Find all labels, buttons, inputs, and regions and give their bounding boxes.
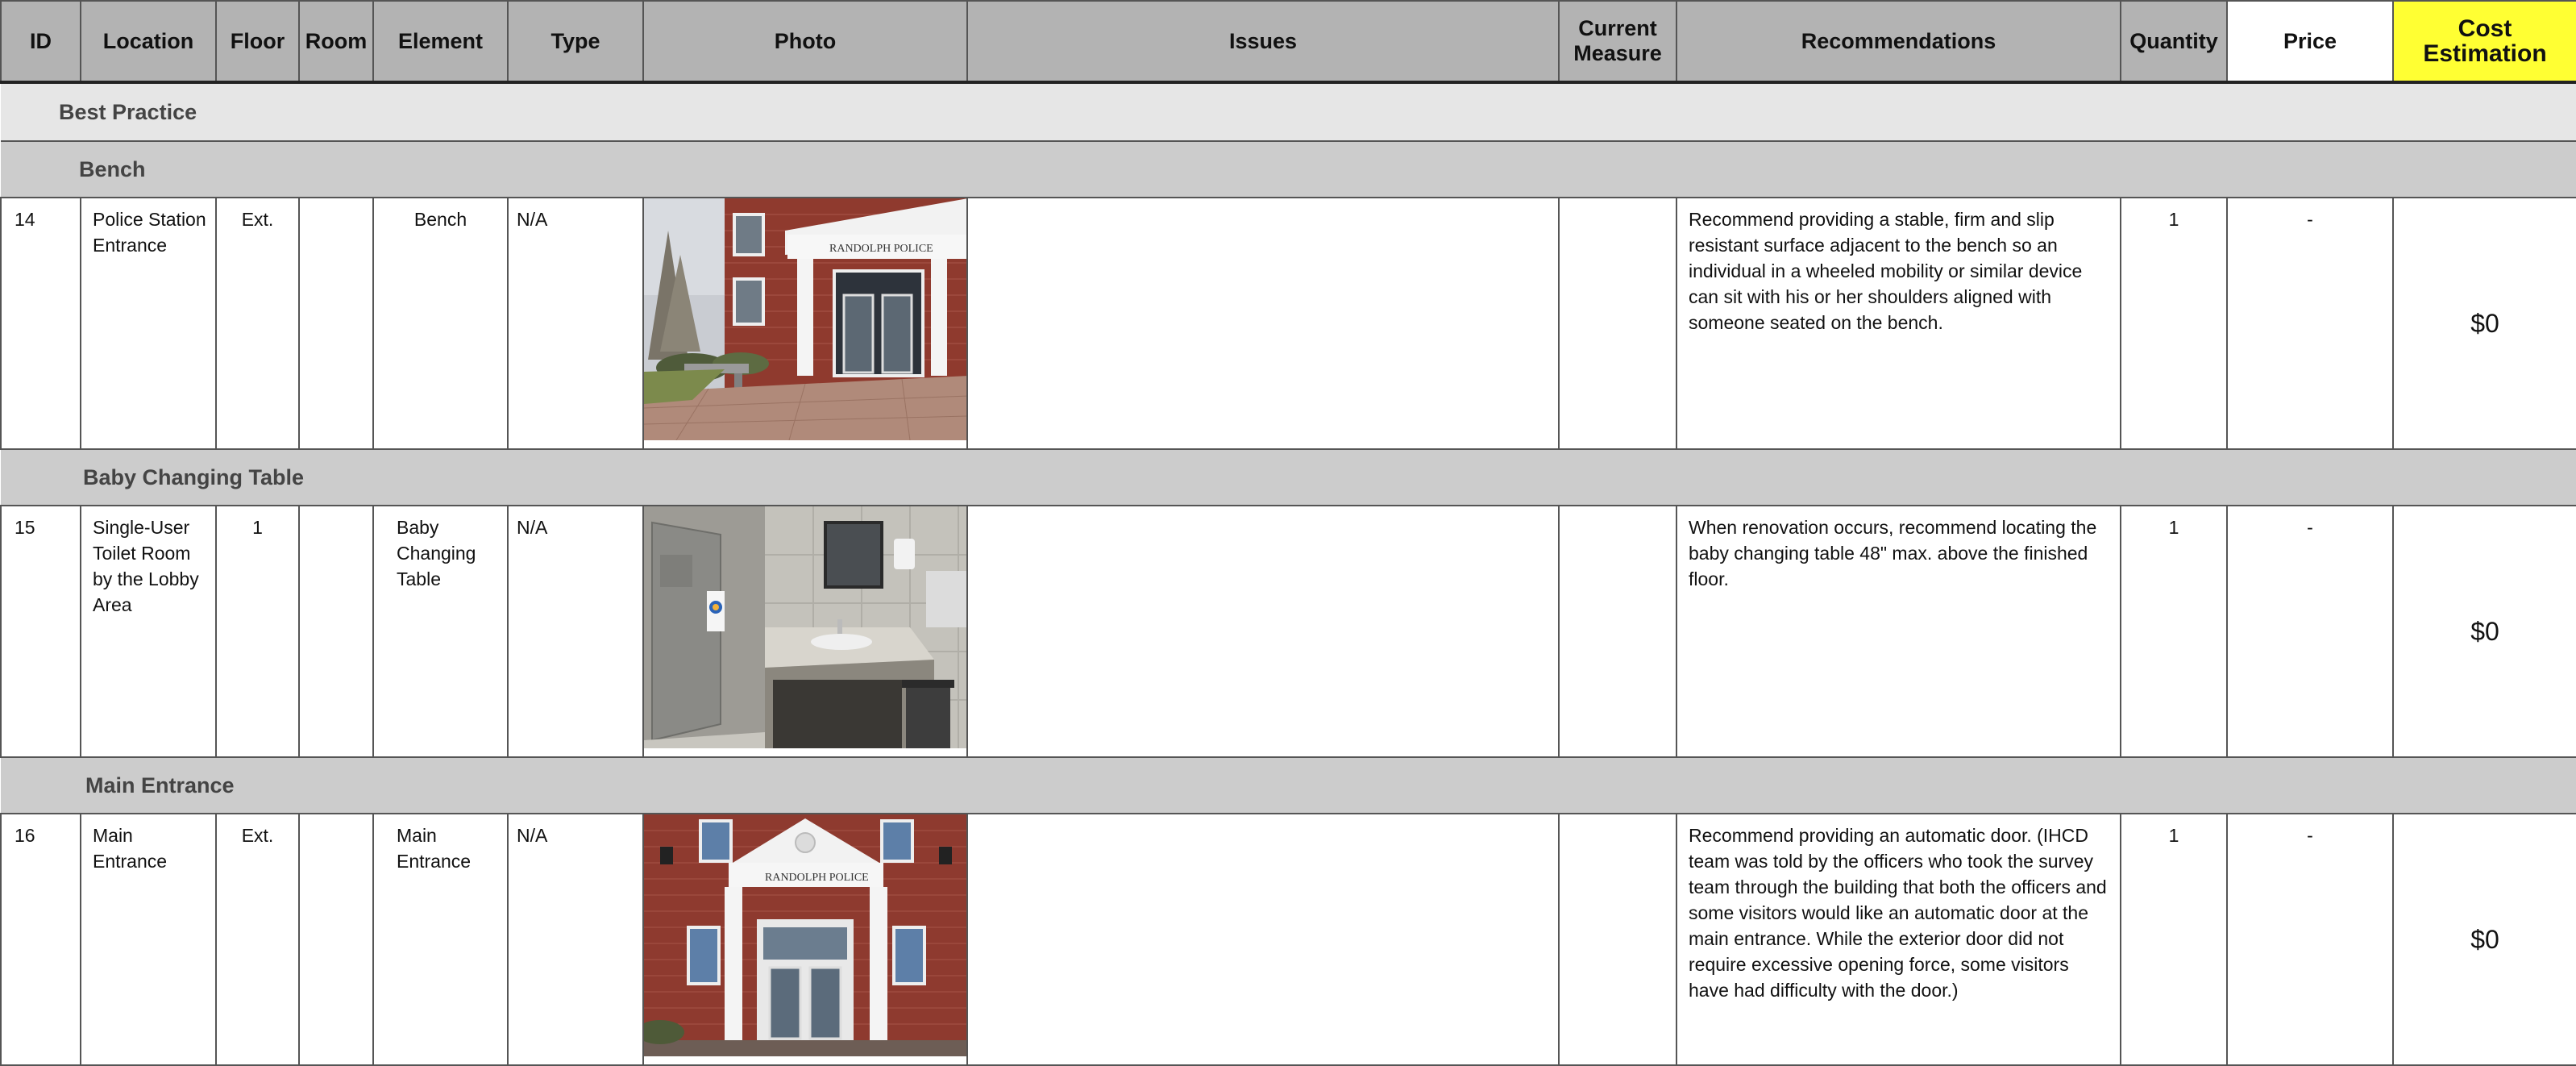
cell-current-measure[interactable] — [1558, 813, 1677, 1066]
cell-photo[interactable]: RANDOLPH POLICE — [642, 197, 968, 450]
location-line: Single-User — [93, 517, 190, 538]
cell-recommendation[interactable]: Recommend providing an automatic door. (… — [1676, 813, 2121, 1066]
element-line: Main — [397, 825, 437, 846]
cell-current-measure[interactable] — [1558, 505, 1677, 758]
cell-room[interactable] — [298, 505, 374, 758]
col-header-cost-line1: Cost — [2458, 15, 2512, 42]
accessibility-report-table: ID Location Floor Room Element Type Phot… — [0, 0, 2576, 1066]
cell-cost-estimation[interactable]: $0 — [2392, 197, 2576, 450]
photo-police-station-bench: RANDOLPH POLICE — [645, 199, 966, 440]
section-label: Baby Changing Table — [1, 448, 2576, 506]
cell-id[interactable]: 16 — [0, 813, 81, 1066]
cell-floor[interactable]: 1 — [215, 505, 300, 758]
cell-cost-estimation[interactable]: $0 — [2392, 813, 2576, 1066]
section-row-main-entrance[interactable]: Main Entrance — [1, 756, 2576, 814]
cell-quantity[interactable]: 1 — [2120, 505, 2228, 758]
cell-photo[interactable] — [642, 505, 968, 758]
location-line: Entrance — [93, 851, 168, 872]
col-header-price[interactable]: Price — [2226, 0, 2394, 84]
cell-room[interactable] — [298, 813, 374, 1066]
cell-location[interactable]: Main Entrance — [80, 813, 217, 1066]
group-row-best-practice[interactable]: Best Practice — [1, 81, 2576, 142]
element-line: Table — [397, 568, 441, 589]
cell-quantity[interactable]: 1 — [2120, 197, 2228, 450]
table-row[interactable]: 15 Single-User Toilet Room by the Lobby … — [0, 505, 2576, 758]
col-header-recommendations[interactable]: Recommendations — [1676, 0, 2121, 84]
section-row-baby-changing-table[interactable]: Baby Changing Table — [1, 448, 2576, 506]
element-line: Changing — [397, 543, 476, 564]
cell-type[interactable]: N/A — [507, 197, 644, 450]
element-line: Baby — [397, 517, 439, 538]
col-header-photo[interactable]: Photo — [642, 0, 968, 84]
photo-main-entrance: RANDOLPH POLICE — [645, 815, 966, 1056]
location-line: by the Lobby — [93, 568, 199, 589]
col-header-room[interactable]: Room — [298, 0, 374, 84]
element-line: Entrance — [397, 851, 472, 872]
photo-sign-text: RANDOLPH POLICE — [829, 243, 933, 255]
col-header-current-measure-line1: Current — [1578, 16, 1657, 40]
group-label: Best Practice — [1, 81, 2576, 142]
cell-type[interactable]: N/A — [507, 505, 644, 758]
cell-current-measure[interactable] — [1558, 197, 1677, 450]
col-header-type[interactable]: Type — [507, 0, 644, 84]
element-line: Bench — [413, 209, 467, 230]
photo-sign-text: RANDOLPH POLICE — [765, 872, 869, 884]
cell-price[interactable]: - — [2226, 813, 2394, 1066]
col-header-quantity[interactable]: Quantity — [2120, 0, 2228, 84]
cell-quantity[interactable]: 1 — [2120, 813, 2228, 1066]
location-line: Entrance — [93, 235, 168, 256]
col-header-floor[interactable]: Floor — [215, 0, 300, 84]
photo-restroom-changing-table — [645, 507, 966, 748]
cell-floor[interactable]: Ext. — [215, 197, 300, 450]
cell-cost-estimation[interactable]: $0 — [2392, 505, 2576, 758]
cell-issues[interactable] — [966, 505, 1560, 758]
table-row[interactable]: 16 Main Entrance Ext. Main Entrance N/A — [0, 813, 2576, 1066]
cell-element[interactable]: Bench — [372, 197, 509, 450]
cell-price[interactable]: - — [2226, 197, 2394, 450]
cell-issues[interactable] — [966, 813, 1560, 1066]
cell-room[interactable] — [298, 197, 374, 450]
cell-id[interactable]: 15 — [0, 505, 81, 758]
section-label: Bench — [1, 140, 2576, 198]
col-header-cost-line2: Estimation — [2423, 40, 2547, 67]
cell-location[interactable]: Police Station Entrance — [80, 197, 217, 450]
col-header-id[interactable]: ID — [0, 0, 81, 84]
col-header-element[interactable]: Element — [372, 0, 509, 84]
cell-photo[interactable]: RANDOLPH POLICE — [642, 813, 968, 1066]
col-header-current-measure[interactable]: Current Measure — [1558, 0, 1677, 84]
cell-recommendation[interactable]: When renovation occurs, recommend locati… — [1676, 505, 2121, 758]
location-line: Toilet Room — [93, 543, 191, 564]
location-line: Police Station — [93, 209, 206, 230]
cell-element[interactable]: Baby Changing Table — [372, 505, 509, 758]
table-row[interactable]: 14 Police Station Entrance Ext. Bench N/… — [0, 197, 2576, 450]
cell-floor[interactable]: Ext. — [215, 813, 300, 1066]
cell-id[interactable]: 14 — [0, 197, 81, 450]
cell-price[interactable]: - — [2226, 505, 2394, 758]
cell-recommendation[interactable]: Recommend providing a stable, firm and s… — [1676, 197, 2121, 450]
cell-location[interactable]: Single-User Toilet Room by the Lobby Are… — [80, 505, 217, 758]
cell-element[interactable]: Main Entrance — [372, 813, 509, 1066]
header-row: ID Location Floor Room Element Type Phot… — [0, 0, 2576, 84]
cell-issues[interactable] — [966, 197, 1560, 450]
col-header-issues[interactable]: Issues — [966, 0, 1560, 84]
col-header-location[interactable]: Location — [80, 0, 217, 84]
section-label: Main Entrance — [1, 756, 2576, 814]
col-header-cost-estimation[interactable]: Cost Estimation — [2392, 0, 2576, 84]
section-row-bench[interactable]: Bench — [1, 140, 2576, 198]
col-header-current-measure-line2: Measure — [1573, 41, 1662, 65]
location-line: Main — [93, 825, 133, 846]
location-line: Area — [93, 594, 132, 615]
cell-type[interactable]: N/A — [507, 813, 644, 1066]
